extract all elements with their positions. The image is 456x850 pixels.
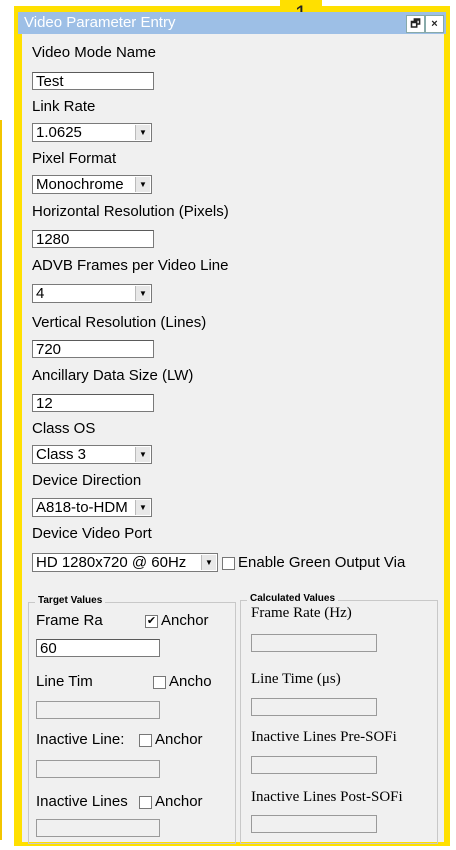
device-direction-label: Device Direction xyxy=(32,472,142,489)
device-direction-value: A818-to-HDM xyxy=(36,499,128,516)
calc-frame-rate-value xyxy=(251,634,377,652)
anchor-inactive-pre-checkbox[interactable] xyxy=(139,734,152,747)
anchor-line-time-checkbox[interactable] xyxy=(153,676,166,689)
target-line-time-input[interactable] xyxy=(36,701,160,719)
side-highlight-line xyxy=(0,120,2,840)
restore-icon[interactable]: 🗗 xyxy=(406,15,425,33)
vertical-resolution-label: Vertical Resolution (Lines) xyxy=(32,314,207,331)
target-line-time-label: Line Tim xyxy=(36,673,93,690)
calc-frame-rate-label: Frame Rate (Hz) xyxy=(251,605,352,621)
chevron-down-icon[interactable]: ▼ xyxy=(201,555,216,570)
ancillary-size-input[interactable]: 12 xyxy=(32,394,154,412)
chevron-down-icon[interactable]: ▼ xyxy=(135,286,150,301)
chevron-down-icon[interactable]: ▼ xyxy=(135,125,150,140)
enable-green-label: Enable Green Output Via xyxy=(238,554,406,571)
calculated-values-title: Calculated Values xyxy=(247,593,339,604)
target-frame-rate-label: Frame Ra xyxy=(36,612,103,629)
advb-frames-label: ADVB Frames per Video Line xyxy=(32,257,229,274)
anchor-frame-rate-checkbox[interactable]: ✔ xyxy=(145,615,158,628)
class-os-select[interactable]: Class 3 ▼ xyxy=(32,445,152,464)
window-titlebar[interactable]: Video Parameter Entry 🗗 × xyxy=(18,12,446,34)
video-mode-name-input[interactable]: Test xyxy=(32,72,154,90)
ancillary-size-label: Ancillary Data Size (LW) xyxy=(32,367,194,384)
chevron-down-icon[interactable]: ▼ xyxy=(135,447,150,462)
anchor-inactive-post-label: Anchor xyxy=(155,793,203,810)
calc-inactive-post-label: Inactive Lines Post-SOFi xyxy=(251,789,403,805)
calculated-values-group: Calculated Values Frame Rate (Hz) Line T… xyxy=(240,593,438,844)
anchor-frame-rate-label: Anchor xyxy=(161,612,209,629)
anchor-inactive-post-checkbox[interactable] xyxy=(139,796,152,809)
target-inactive-pre-input[interactable] xyxy=(36,760,160,778)
window-title: Video Parameter Entry xyxy=(24,14,176,31)
advb-frames-select[interactable]: 4 ▼ xyxy=(32,284,152,303)
target-values-title: Target Values xyxy=(35,595,106,606)
device-video-port-value: HD 1280x720 @ 60Hz xyxy=(36,554,187,571)
link-rate-label: Link Rate xyxy=(32,98,96,115)
horizontal-resolution-label: Horizontal Resolution (Pixels) xyxy=(32,203,229,220)
target-inactive-post-input[interactable] xyxy=(36,819,160,837)
target-values-group: Target Values Frame Ra ✔ Anchor 60 Line … xyxy=(28,595,236,844)
calc-inactive-pre-label: Inactive Lines Pre-SOFi xyxy=(251,729,397,745)
target-inactive-pre-label: Inactive Line: xyxy=(36,731,125,748)
dialog-body: Video Mode Name Test Link Rate 1.0625 ▼ … xyxy=(22,34,444,844)
video-mode-name-label: Video Mode Name xyxy=(32,44,156,61)
pixel-format-value: Monochrome xyxy=(36,176,124,193)
pixel-format-label: Pixel Format xyxy=(32,150,117,167)
link-rate-value: 1.0625 xyxy=(36,124,82,141)
class-os-value: Class 3 xyxy=(36,446,87,463)
pixel-format-select[interactable]: Monochrome ▼ xyxy=(32,175,152,194)
chevron-down-icon[interactable]: ▼ xyxy=(135,177,150,192)
calc-inactive-pre-value xyxy=(251,756,377,774)
link-rate-select[interactable]: 1.0625 ▼ xyxy=(32,123,152,142)
calc-line-time-label: Line Time (μs) xyxy=(251,671,341,687)
device-video-port-label: Device Video Port xyxy=(32,525,152,542)
device-video-port-select[interactable]: HD 1280x720 @ 60Hz ▼ xyxy=(32,553,218,572)
close-icon[interactable]: × xyxy=(425,15,444,33)
calc-line-time-value xyxy=(251,698,377,716)
chevron-down-icon[interactable]: ▼ xyxy=(135,500,150,515)
anchor-inactive-pre-label: Anchor xyxy=(155,731,203,748)
class-os-label: Class OS xyxy=(32,420,96,437)
anchor-line-time-label: Ancho xyxy=(169,673,212,690)
device-direction-select[interactable]: A818-to-HDM ▼ xyxy=(32,498,152,517)
target-frame-rate-input[interactable]: 60 xyxy=(36,639,160,657)
target-inactive-post-label: Inactive Lines xyxy=(36,793,128,810)
calc-inactive-post-value xyxy=(251,815,377,833)
horizontal-resolution-input[interactable]: 1280 xyxy=(32,230,154,248)
advb-frames-value: 4 xyxy=(36,285,45,302)
vertical-resolution-input[interactable]: 720 xyxy=(32,340,154,358)
enable-green-checkbox[interactable] xyxy=(222,557,235,570)
